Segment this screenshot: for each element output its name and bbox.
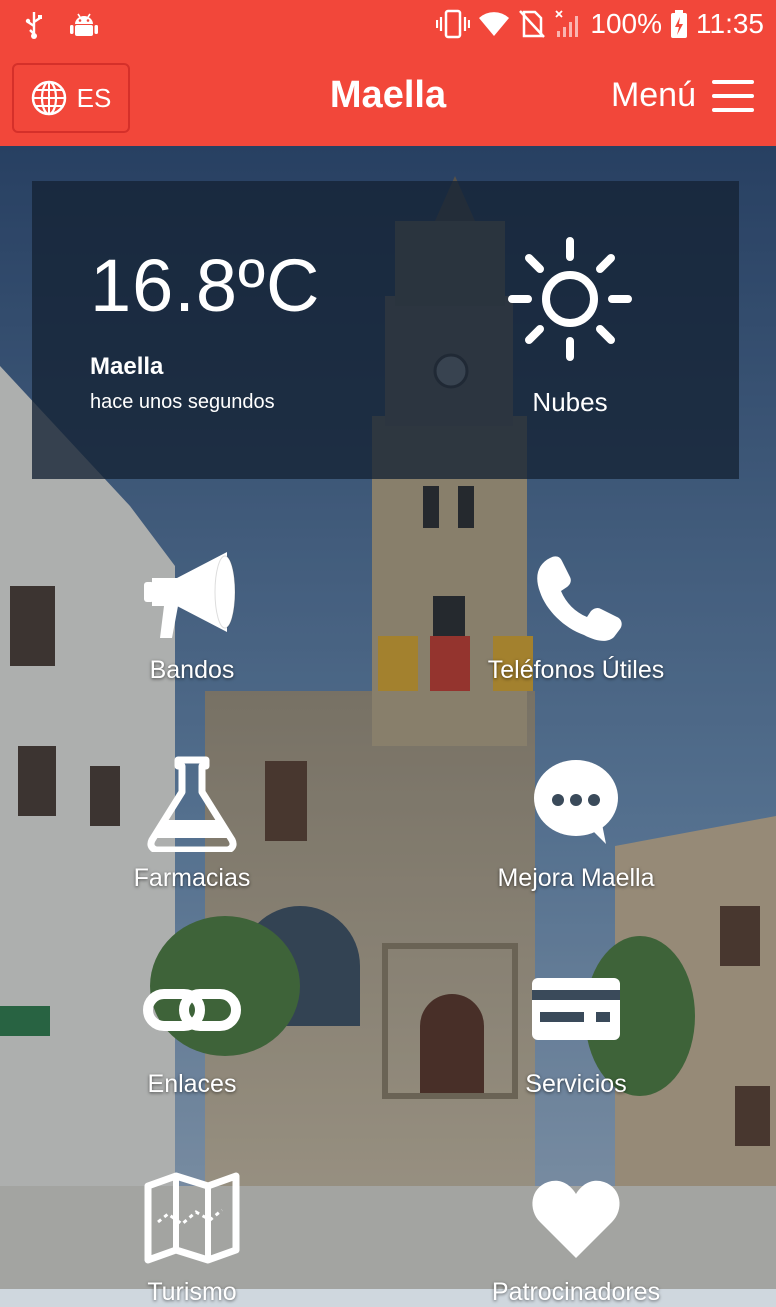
- wifi-icon: [479, 12, 510, 36]
- menu-label: Menú: [610, 76, 696, 114]
- tile-mejora-maella[interactable]: Mejora Maella: [446, 756, 706, 893]
- sun-icon: [508, 237, 632, 361]
- android-icon: [70, 13, 98, 36]
- clock: 11:35: [696, 8, 764, 39]
- heart-icon: [532, 1180, 620, 1258]
- tile-servicios[interactable]: Servicios: [446, 962, 706, 1099]
- tile-turismo[interactable]: Turismo: [62, 1170, 322, 1307]
- tile-patrocinadores[interactable]: Patrocinadores: [446, 1170, 706, 1307]
- tile-bandos[interactable]: Bandos: [62, 548, 322, 685]
- battery-percent: 100%: [590, 8, 662, 39]
- map-icon: [144, 1172, 240, 1264]
- tile-label: Teléfonos Útiles: [487, 656, 665, 684]
- tile-telefonos[interactable]: Teléfonos Útiles: [446, 548, 706, 685]
- flask-icon: [147, 756, 237, 852]
- tile-farmacias[interactable]: Farmacias: [62, 756, 322, 893]
- tile-label: Patrocinadores: [491, 1278, 661, 1306]
- tile-label: Turismo: [147, 1278, 237, 1306]
- hamburger-icon: [712, 79, 754, 112]
- weather-card[interactable]: 16.8ºC Maella hace unos segundos Nubes: [32, 181, 739, 479]
- no-sim-icon: [519, 10, 546, 38]
- weather-condition: Nubes: [532, 387, 608, 417]
- credit-card-icon: [532, 978, 620, 1040]
- usb-icon: [25, 12, 42, 39]
- tile-enlaces[interactable]: Enlaces: [62, 962, 322, 1099]
- app-bar: ES Maella Menú: [0, 52, 776, 146]
- battery-charging-icon: [671, 10, 687, 38]
- tile-label: Mejora Maella: [497, 864, 655, 892]
- link-icon: [143, 989, 241, 1031]
- temperature: 16.8ºC: [90, 244, 321, 327]
- tile-label: Bandos: [149, 656, 235, 684]
- status-bar: 100% 11:35: [0, 0, 776, 52]
- phone-icon: [537, 556, 622, 641]
- tile-label: Enlaces: [147, 1070, 237, 1098]
- weather-updated: hace unos segundos: [90, 391, 275, 413]
- megaphone-icon: [144, 552, 236, 638]
- vibrate-icon: [436, 9, 471, 39]
- chat-bubble-icon: [534, 760, 618, 844]
- tile-label: Servicios: [525, 1070, 627, 1098]
- signal-icon: [555, 10, 579, 37]
- weather-city: Maella: [90, 353, 164, 380]
- tile-label: Farmacias: [133, 864, 251, 892]
- menu-button[interactable]: Menú: [611, 76, 754, 115]
